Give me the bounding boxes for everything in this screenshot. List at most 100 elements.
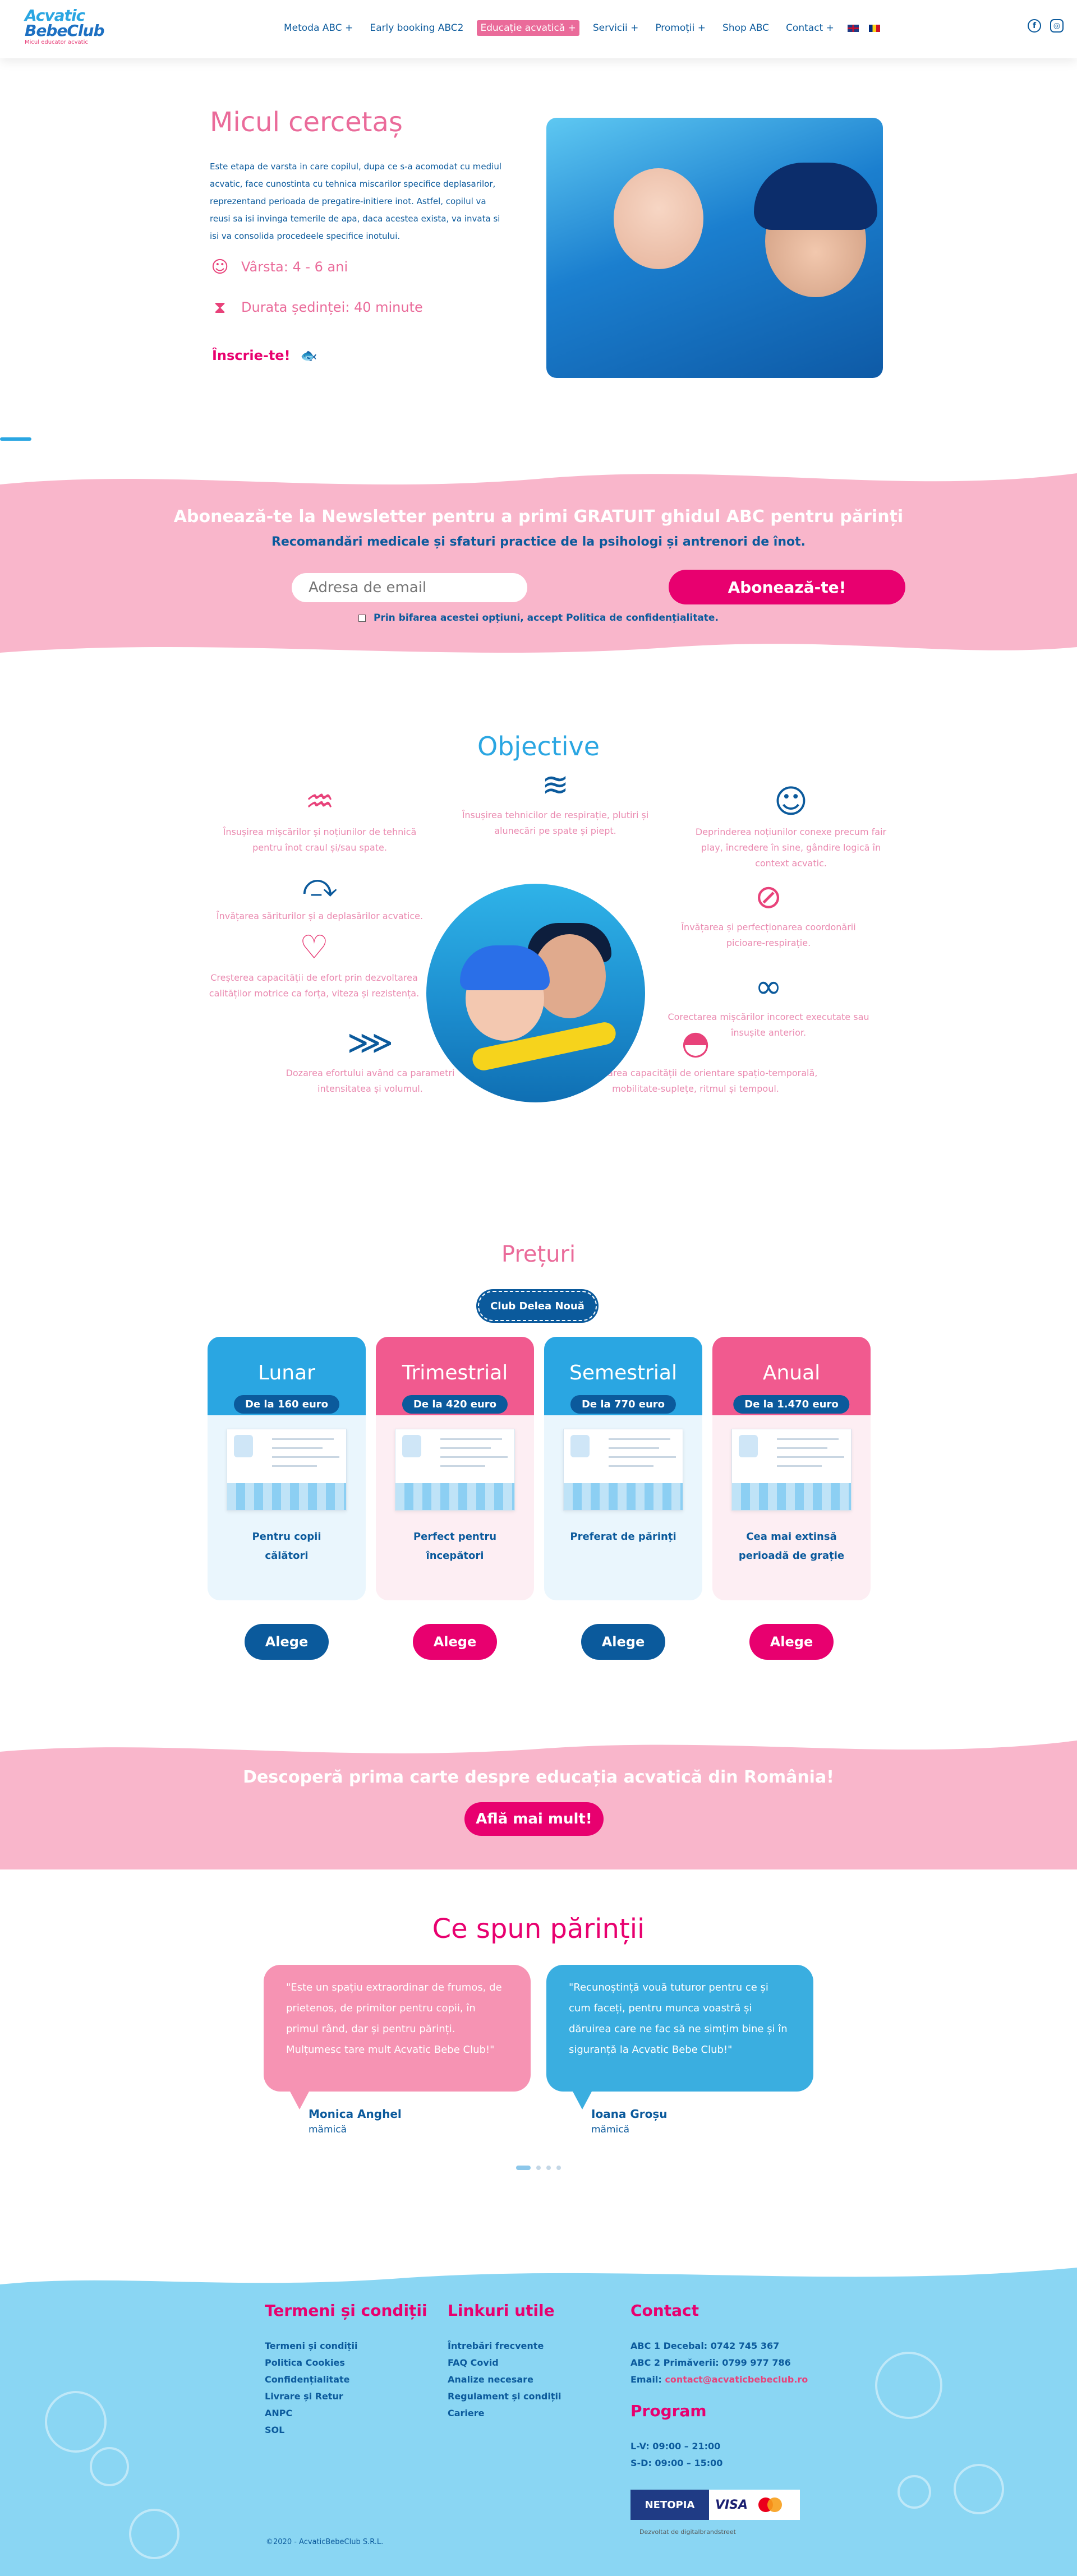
footer-link[interactable]: Politica Cookies — [265, 2355, 427, 2371]
contact-phone[interactable]: ABC 2 Primăverii: 0799 977 786 — [630, 2355, 808, 2371]
wave-divider — [0, 1735, 1077, 1753]
nav-servicii[interactable]: Servicii + — [590, 20, 642, 36]
site-logo[interactable]: Acvatic BebeClub Micul educator acvatic — [25, 8, 105, 50]
main-nav: Metoda ABC + Early booking ABC2 Educație… — [280, 20, 880, 36]
pool-ladder-icon: ♒ — [305, 782, 334, 820]
price-card-lunar: Lunar De la 160 euro Pentru copii călăto… — [208, 1337, 366, 1600]
plan-price: De la 160 euro — [233, 1395, 340, 1414]
plan-name: Semestrial — [569, 1361, 677, 1384]
footer-link[interactable]: ANPC — [265, 2405, 427, 2422]
book-section: Descoperă prima carte despre educația ac… — [0, 1735, 1077, 1869]
footer-link[interactable]: Confidențialitate — [265, 2371, 427, 2388]
nav-promotii[interactable]: Promoții + — [652, 20, 709, 36]
plan-price: De la 420 euro — [402, 1395, 508, 1414]
email-field[interactable] — [292, 573, 527, 602]
diploma-image — [395, 1429, 515, 1511]
plan-name: Anual — [762, 1361, 821, 1384]
footer-useful-title: Linkuri utile — [448, 2301, 555, 2320]
carousel-dot[interactable] — [536, 2166, 541, 2170]
prices-title: Prețuri — [501, 1241, 576, 1267]
signup-label: Înscrie-te! — [212, 348, 291, 363]
testimonial-quote: "Este un spațiu extraordinar de frumos, … — [286, 1982, 502, 2056]
footer-link[interactable]: Livrare și Retur — [265, 2388, 427, 2405]
carousel-dot[interactable] — [546, 2166, 551, 2170]
footer-link[interactable]: Regulament și condiții — [448, 2388, 561, 2405]
diploma-image — [227, 1429, 347, 1511]
plan-price: De la 1.470 euro — [733, 1395, 850, 1414]
duration-label: Durata ședinței: 40 minute — [241, 299, 423, 315]
contact-email[interactable]: contact@acvaticbebeclub.ro — [665, 2374, 808, 2385]
nav-educatie-acvatica[interactable]: Educație acvatică + — [477, 20, 579, 36]
hero-section: Micul cercetaș Este etapa de varsta in c… — [0, 58, 1077, 406]
footer-contact-title: Contact — [630, 2301, 699, 2320]
nav-metoda-abc[interactable]: Metoda ABC + — [280, 20, 356, 36]
consent-checkbox[interactable] — [358, 614, 366, 622]
plan-description: Cea mai extinsă perioadă de grație — [738, 1531, 845, 1562]
objective-item: ⊘ Învățarea și perfecționarea coordonări… — [662, 877, 875, 951]
footer-link[interactable]: Cariere — [448, 2405, 561, 2422]
kid-icon: ☺ — [774, 782, 808, 820]
nav-early-booking[interactable]: Early booking ABC2 — [366, 20, 467, 36]
footer-terms-column: Termeni și condiții Termeni și condiții … — [265, 2301, 427, 2439]
diver-icon: ⤼ — [302, 866, 337, 904]
program-line: S-D: 09:00 – 15:00 — [630, 2458, 723, 2468]
footer-terms-title: Termeni și condiții — [265, 2301, 427, 2320]
carousel-dots — [516, 2166, 561, 2170]
instagram-icon[interactable]: ◎ — [1050, 19, 1064, 33]
newsletter-subtitle: Recomandări medicale și sfaturi practice… — [271, 535, 806, 549]
hero-photo — [546, 118, 883, 378]
carousel-dot[interactable] — [516, 2166, 531, 2170]
choose-anual-button[interactable]: Alege — [749, 1624, 834, 1660]
carousel-dot[interactable] — [556, 2166, 561, 2170]
footer-link[interactable]: Termeni și condiții — [265, 2338, 427, 2355]
footer-link[interactable]: Analize necesare — [448, 2371, 561, 2388]
nav-shop-abc[interactable]: Shop ABC — [719, 20, 772, 36]
footer-link[interactable]: SOL — [265, 2422, 427, 2439]
choose-semestrial-button[interactable]: Alege — [581, 1624, 665, 1660]
visa-logo: VISA — [715, 2497, 748, 2512]
logo-tagline: Micul educator acvatic — [25, 39, 88, 45]
price-card-semestrial: Semestrial De la 770 euro Preferat de pă… — [544, 1337, 702, 1600]
copyright: ©2020 - AcvaticBebeClub S.R.L. — [266, 2538, 384, 2546]
footer-program-title: Program — [630, 2402, 707, 2420]
footer-link[interactable]: Întrebări frecvente — [448, 2338, 561, 2355]
plan-price: De la 770 euro — [570, 1395, 676, 1414]
learn-more-button[interactable]: Află mai mult! — [464, 1802, 604, 1836]
diploma-image — [731, 1429, 852, 1511]
facebook-icon[interactable]: f — [1028, 19, 1041, 33]
testimonials-section: Ce spun părinții "Este un spațiu extraor… — [0, 1869, 1077, 2262]
hourglass-icon: ⧗ — [214, 297, 226, 317]
price-card-anual: Anual De la 1.470 euro Cea mai extinsă p… — [712, 1337, 871, 1600]
subscribe-button[interactable]: Abonează-te! — [669, 570, 905, 604]
plan-description: Preferat de părinți — [570, 1531, 676, 1543]
hero-description: Este etapa de varsta in care copilul, du… — [210, 161, 502, 241]
objectives-title: Objective — [477, 731, 600, 761]
testimonial-role: mămică — [309, 2124, 347, 2135]
testimonial-card: "Este un spațiu extraordinar de frumos, … — [264, 1965, 531, 2109]
diploma-image — [563, 1429, 683, 1511]
plan-description: Pentru copii călători — [252, 1531, 321, 1562]
choose-trimestrial-button[interactable]: Alege — [413, 1624, 497, 1660]
objectives-photo — [426, 884, 645, 1102]
romanian-flag-icon[interactable] — [868, 24, 880, 32]
program-line: L-V: 09:00 – 21:00 — [630, 2441, 721, 2452]
objective-item: ♒ Însușirea mișcărilor și noțiunilor de … — [213, 782, 426, 856]
club-filter-button[interactable]: Club Delea Nouă — [478, 1291, 597, 1321]
swimmer-icon: ≋ — [541, 765, 569, 804]
social-links: f ◎ — [1028, 19, 1064, 33]
footer-link[interactable]: FAQ Covid — [448, 2355, 561, 2371]
contact-phone[interactable]: ABC 1 Decebal: 0742 745 367 — [630, 2338, 808, 2355]
developer-credit[interactable]: Dezvoltat de digitalbrandstreet — [639, 2528, 736, 2537]
newsletter-title: Abonează-te la Newsletter pentru a primi… — [173, 507, 904, 527]
signup-link[interactable]: Înscrie-te! 🐟 — [212, 348, 317, 363]
objective-item: ☺ Deprinderea noțiunilor conexe precum f… — [684, 782, 898, 871]
age-feature: ☺ Vârsta: 4 - 6 ani — [210, 256, 348, 278]
price-card-trimestrial: Trimestrial De la 420 euro Perfect pentr… — [376, 1337, 534, 1600]
scroll-indicator — [0, 437, 31, 441]
age-label: Vârsta: 4 - 6 ani — [241, 259, 348, 275]
child-icon: ☺ — [211, 257, 229, 277]
english-flag-icon[interactable] — [847, 24, 859, 32]
newsletter-section: Abonează-te la Newsletter pentru a primi… — [0, 462, 1077, 664]
nav-contact[interactable]: Contact + — [783, 20, 837, 36]
choose-lunar-button[interactable]: Alege — [245, 1624, 329, 1660]
